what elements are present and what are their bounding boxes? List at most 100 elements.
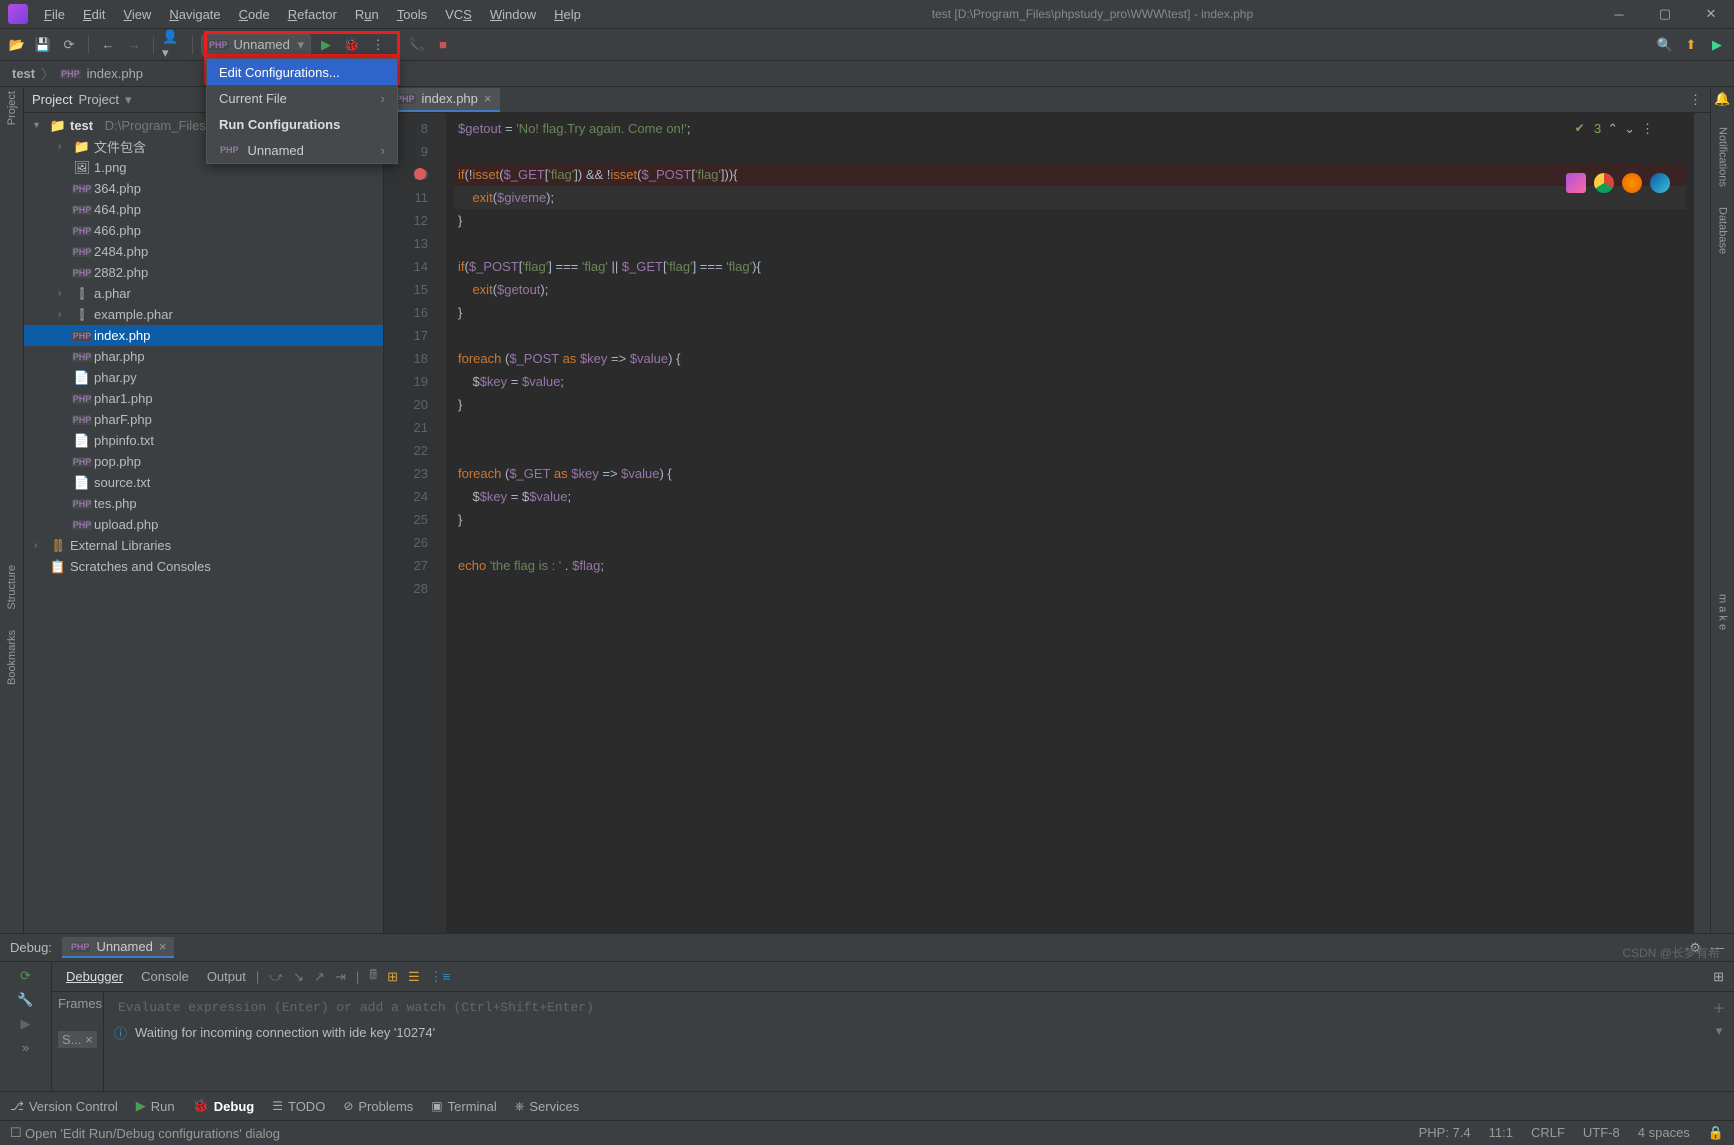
back-icon[interactable]: ← bbox=[97, 34, 119, 56]
menu-edit[interactable]: Edit bbox=[75, 3, 113, 26]
side-structure[interactable]: Structure bbox=[6, 565, 18, 610]
tree-scratches[interactable]: 📋Scratches and Consoles bbox=[24, 556, 383, 577]
chrome-icon[interactable] bbox=[1594, 173, 1614, 193]
dd-unnamed[interactable]: PHPUnnamed› bbox=[207, 137, 397, 163]
status-enc[interactable]: UTF-8 bbox=[1583, 1125, 1620, 1141]
breadcrumb-root[interactable]: test bbox=[12, 66, 35, 81]
tree-item[interactable]: PHPphar1.php bbox=[24, 388, 383, 409]
listen-debug-icon[interactable]: 📞 bbox=[406, 34, 428, 56]
tree-item[interactable]: 📄phar.py bbox=[24, 367, 383, 388]
eval-input[interactable]: Evaluate expression (Enter) or add a wat… bbox=[114, 998, 1694, 1017]
user-icon[interactable]: 👤▾ bbox=[162, 34, 184, 56]
sync-icon[interactable]: ⟳ bbox=[58, 34, 80, 56]
jetbrains-icon[interactable]: ▶ bbox=[1706, 34, 1728, 56]
edge-icon[interactable] bbox=[1650, 173, 1670, 193]
breadcrumb-file[interactable]: index.php bbox=[87, 66, 143, 81]
tree-item[interactable]: PHP466.php bbox=[24, 220, 383, 241]
menu-code[interactable]: Code bbox=[231, 3, 278, 26]
variables-pane[interactable]: Evaluate expression (Enter) or add a wat… bbox=[104, 992, 1704, 1091]
resume-icon[interactable]: ▶ bbox=[21, 1016, 31, 1032]
bell-icon[interactable]: 🔔 bbox=[1714, 91, 1730, 107]
firefox-icon[interactable] bbox=[1622, 173, 1642, 193]
menu-window[interactable]: Window bbox=[482, 3, 544, 26]
project-tree[interactable]: ▾📁 test D:\Program_Files\ ›📁文件包含🖼1.pngPH… bbox=[24, 113, 383, 933]
close-tab-icon[interactable]: × bbox=[484, 91, 492, 106]
menu-file[interactable]: File bbox=[36, 3, 73, 26]
add-icon[interactable]: ＋ bbox=[1712, 998, 1725, 1017]
code-editor[interactable]: 8910111213141516171819202122232425262728… bbox=[384, 113, 1710, 933]
status-pos[interactable]: 11:1 bbox=[1489, 1125, 1513, 1141]
run-icon[interactable]: ▶ bbox=[315, 34, 337, 56]
list-icon[interactable]: ☰ bbox=[408, 969, 420, 985]
tab-console[interactable]: Console bbox=[141, 969, 189, 984]
tree-item[interactable]: PHPupload.php bbox=[24, 514, 383, 535]
maximize-button[interactable]: ▢ bbox=[1642, 0, 1688, 29]
tree-external-libs[interactable]: ›⫿⫿External Libraries bbox=[24, 535, 383, 556]
debug-config-tab[interactable]: PHP Unnamed × bbox=[62, 937, 174, 958]
bt-problems[interactable]: ⊘ Problems bbox=[343, 1099, 413, 1114]
status-eol[interactable]: CRLF bbox=[1531, 1125, 1565, 1141]
side-make[interactable]: m a k e bbox=[1717, 594, 1729, 630]
close-icon[interactable]: × bbox=[159, 939, 167, 954]
side-notifications[interactable]: Notifications bbox=[1717, 127, 1729, 187]
tree-item[interactable]: PHP364.php bbox=[24, 178, 383, 199]
tree-item[interactable]: PHPpop.php bbox=[24, 451, 383, 472]
code-content[interactable]: $getout = 'No! flag.Try again. Come on!'… bbox=[446, 113, 1694, 933]
tab-more-icon[interactable]: ⋮ bbox=[1689, 92, 1702, 108]
menu-vcs[interactable]: VCS bbox=[437, 3, 480, 26]
dd-current-file[interactable]: Current File› bbox=[207, 85, 397, 111]
watch-icon[interactable]: ⊞ bbox=[387, 969, 398, 985]
bt-version-control[interactable]: ⎇ Version Control bbox=[10, 1099, 118, 1114]
tree-item[interactable]: PHP2882.php bbox=[24, 262, 383, 283]
dd-edit-configurations[interactable]: Edit Configurations... bbox=[207, 59, 397, 85]
stop-icon[interactable]: ■ bbox=[432, 34, 454, 56]
bt-terminal[interactable]: ▣ Terminal bbox=[431, 1099, 496, 1114]
forward-icon[interactable]: → bbox=[123, 34, 145, 56]
step-out-icon[interactable]: ↗ bbox=[314, 969, 325, 985]
open-icon[interactable]: 📂 bbox=[6, 34, 28, 56]
search-icon[interactable]: 🔍 bbox=[1654, 34, 1676, 56]
tree-item[interactable]: 📄source.txt bbox=[24, 472, 383, 493]
bt-todo[interactable]: ☰ TODO bbox=[272, 1099, 325, 1114]
minimize-button[interactable]: ─ bbox=[1596, 0, 1642, 29]
menu-navigate[interactable]: Navigate bbox=[161, 3, 228, 26]
menu-refactor[interactable]: Refactor bbox=[280, 3, 345, 26]
evaluate-icon[interactable]: 🖩 bbox=[369, 966, 377, 988]
tab-output[interactable]: Output bbox=[207, 969, 246, 984]
more-run-icon[interactable]: ⋮ bbox=[367, 34, 389, 56]
tree-item[interactable]: PHPindex.php bbox=[24, 325, 383, 346]
status-php[interactable]: PHP: 7.4 bbox=[1419, 1125, 1471, 1141]
save-icon[interactable]: 💾 bbox=[32, 34, 54, 56]
menu-tools[interactable]: Tools bbox=[389, 3, 435, 26]
step-into-icon[interactable]: ↘ bbox=[293, 969, 304, 985]
tree-item[interactable]: PHP464.php bbox=[24, 199, 383, 220]
tree-item[interactable]: ›⫿example.phar bbox=[24, 304, 383, 325]
run-to-cursor-icon[interactable]: ⇥ bbox=[335, 969, 346, 985]
tree-item[interactable]: 📄phpinfo.txt bbox=[24, 430, 383, 451]
side-project[interactable]: Project bbox=[6, 91, 18, 125]
inspection-widget[interactable]: ✔ 3 ⌃ ⌄ ⋮ bbox=[1575, 117, 1654, 140]
status-lock-icon[interactable]: 🔒 bbox=[1708, 1125, 1724, 1141]
menu-help[interactable]: Help bbox=[546, 3, 589, 26]
menu-run[interactable]: Run bbox=[347, 3, 387, 26]
menu-view[interactable]: View bbox=[115, 3, 159, 26]
layout-icon[interactable]: ⊞ bbox=[1713, 969, 1724, 985]
side-database[interactable]: Database bbox=[1717, 207, 1729, 254]
tree-item[interactable]: PHP2484.php bbox=[24, 241, 383, 262]
tree-item[interactable]: ›⫿a.phar bbox=[24, 283, 383, 304]
chevron-down-icon[interactable]: ▾ bbox=[1716, 1023, 1723, 1039]
tab-index-php[interactable]: PHP index.php × bbox=[387, 88, 500, 112]
debug-icon[interactable]: 🐞 bbox=[341, 34, 363, 56]
ide-update-icon[interactable]: ⬆ bbox=[1680, 34, 1702, 56]
tree-item[interactable]: PHPtes.php bbox=[24, 493, 383, 514]
step-over-icon[interactable]: ⤻ bbox=[269, 969, 283, 985]
side-bookmarks[interactable]: Bookmarks bbox=[6, 630, 18, 685]
bt-debug[interactable]: 🐞 Debug bbox=[193, 1098, 255, 1114]
tab-debugger[interactable]: Debugger bbox=[66, 969, 123, 984]
phpstorm-browser-icon[interactable] bbox=[1566, 173, 1586, 193]
close-button[interactable]: ✕ bbox=[1688, 0, 1734, 29]
tree-item[interactable]: PHPphar.php bbox=[24, 346, 383, 367]
bt-services[interactable]: ⎈ Services bbox=[515, 1099, 579, 1114]
scrollbar-track[interactable] bbox=[1694, 113, 1710, 933]
bt-run[interactable]: ▶ Run bbox=[136, 1098, 175, 1114]
